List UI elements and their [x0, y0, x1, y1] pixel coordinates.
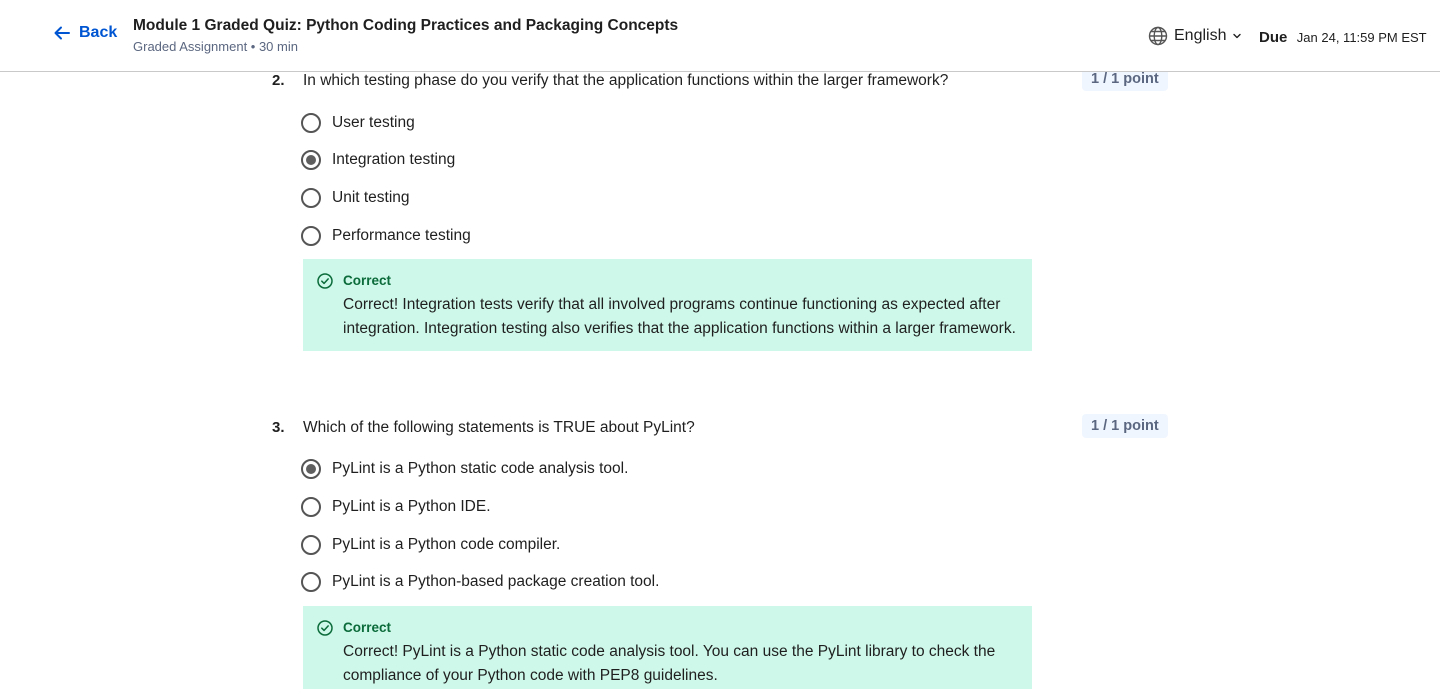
chevron-down-icon: [1233, 33, 1242, 39]
option-label: Performance testing: [332, 227, 471, 244]
option-ide[interactable]: PyLint is a Python IDE.: [301, 497, 491, 517]
option-unit-testing[interactable]: Unit testing: [301, 188, 410, 208]
feedback-status: Correct: [343, 620, 392, 635]
option-package-tool[interactable]: PyLint is a Python-based package creatio…: [301, 572, 659, 592]
option-label: PyLint is a Python static code analysis …: [332, 460, 629, 477]
radio-button[interactable]: [301, 535, 321, 555]
question-text: In which testing phase do you verify tha…: [303, 72, 949, 89]
option-label: Unit testing: [332, 189, 410, 206]
due-date-value: Jan 24, 11:59 PM EST: [1296, 30, 1427, 45]
due-date: Due Jan 24, 11:59 PM EST: [1259, 29, 1427, 47]
option-static-analysis[interactable]: PyLint is a Python static code analysis …: [301, 459, 628, 479]
question-number: 2.: [272, 72, 285, 89]
back-label: Back: [79, 24, 118, 41]
radio-button[interactable]: [301, 188, 321, 208]
language-selector[interactable]: English: [1148, 26, 1242, 46]
radio-button[interactable]: [301, 497, 321, 517]
feedback-text: Correct! Integration tests verify that a…: [343, 296, 1016, 337]
check-circle-icon: [317, 620, 333, 636]
top-header: Back Module 1 Graded Quiz: Python Coding…: [0, 0, 1440, 72]
option-label: PyLint is a Python code compiler.: [332, 536, 561, 553]
radio-button[interactable]: [301, 113, 321, 133]
option-integration-testing[interactable]: Integration testing: [301, 150, 455, 170]
arrow-left-icon: [54, 26, 70, 40]
page-title: Module 1 Graded Quiz: Python Coding Prac…: [133, 17, 679, 34]
radio-button-selected[interactable]: [301, 150, 321, 170]
globe-icon: [1148, 26, 1168, 46]
page-subtitle: Graded Assignment • 30 min: [133, 39, 298, 54]
option-user-testing[interactable]: User testing: [301, 113, 415, 133]
option-label: Integration testing: [332, 151, 456, 168]
feedback-box: Correct Correct! Integration tests verif…: [303, 259, 1032, 351]
option-label: PyLint is a Python-based package creatio…: [332, 573, 660, 590]
question-number: 3.: [272, 419, 285, 436]
due-label: Due: [1259, 29, 1288, 46]
back-button[interactable]: Back: [53, 24, 117, 42]
radio-button-selected[interactable]: [301, 459, 321, 479]
feedback-text: Correct! PyLint is a Python static code …: [343, 643, 996, 684]
option-label: User testing: [332, 114, 415, 131]
check-circle-icon: [317, 273, 333, 289]
feedback-status: Correct: [343, 273, 392, 288]
option-label: PyLint is a Python IDE.: [332, 498, 491, 515]
language-label: English: [1174, 27, 1227, 44]
radio-button[interactable]: [301, 226, 321, 246]
feedback-box: Correct Correct! PyLint is a Python stat…: [303, 606, 1032, 689]
points-badge: 1 / 1 point: [1082, 414, 1168, 438]
question-text: Which of the following statements is TRU…: [303, 419, 695, 436]
option-performance-testing[interactable]: Performance testing: [301, 226, 471, 246]
option-compiler[interactable]: PyLint is a Python code compiler.: [301, 535, 560, 555]
radio-button[interactable]: [301, 572, 321, 592]
